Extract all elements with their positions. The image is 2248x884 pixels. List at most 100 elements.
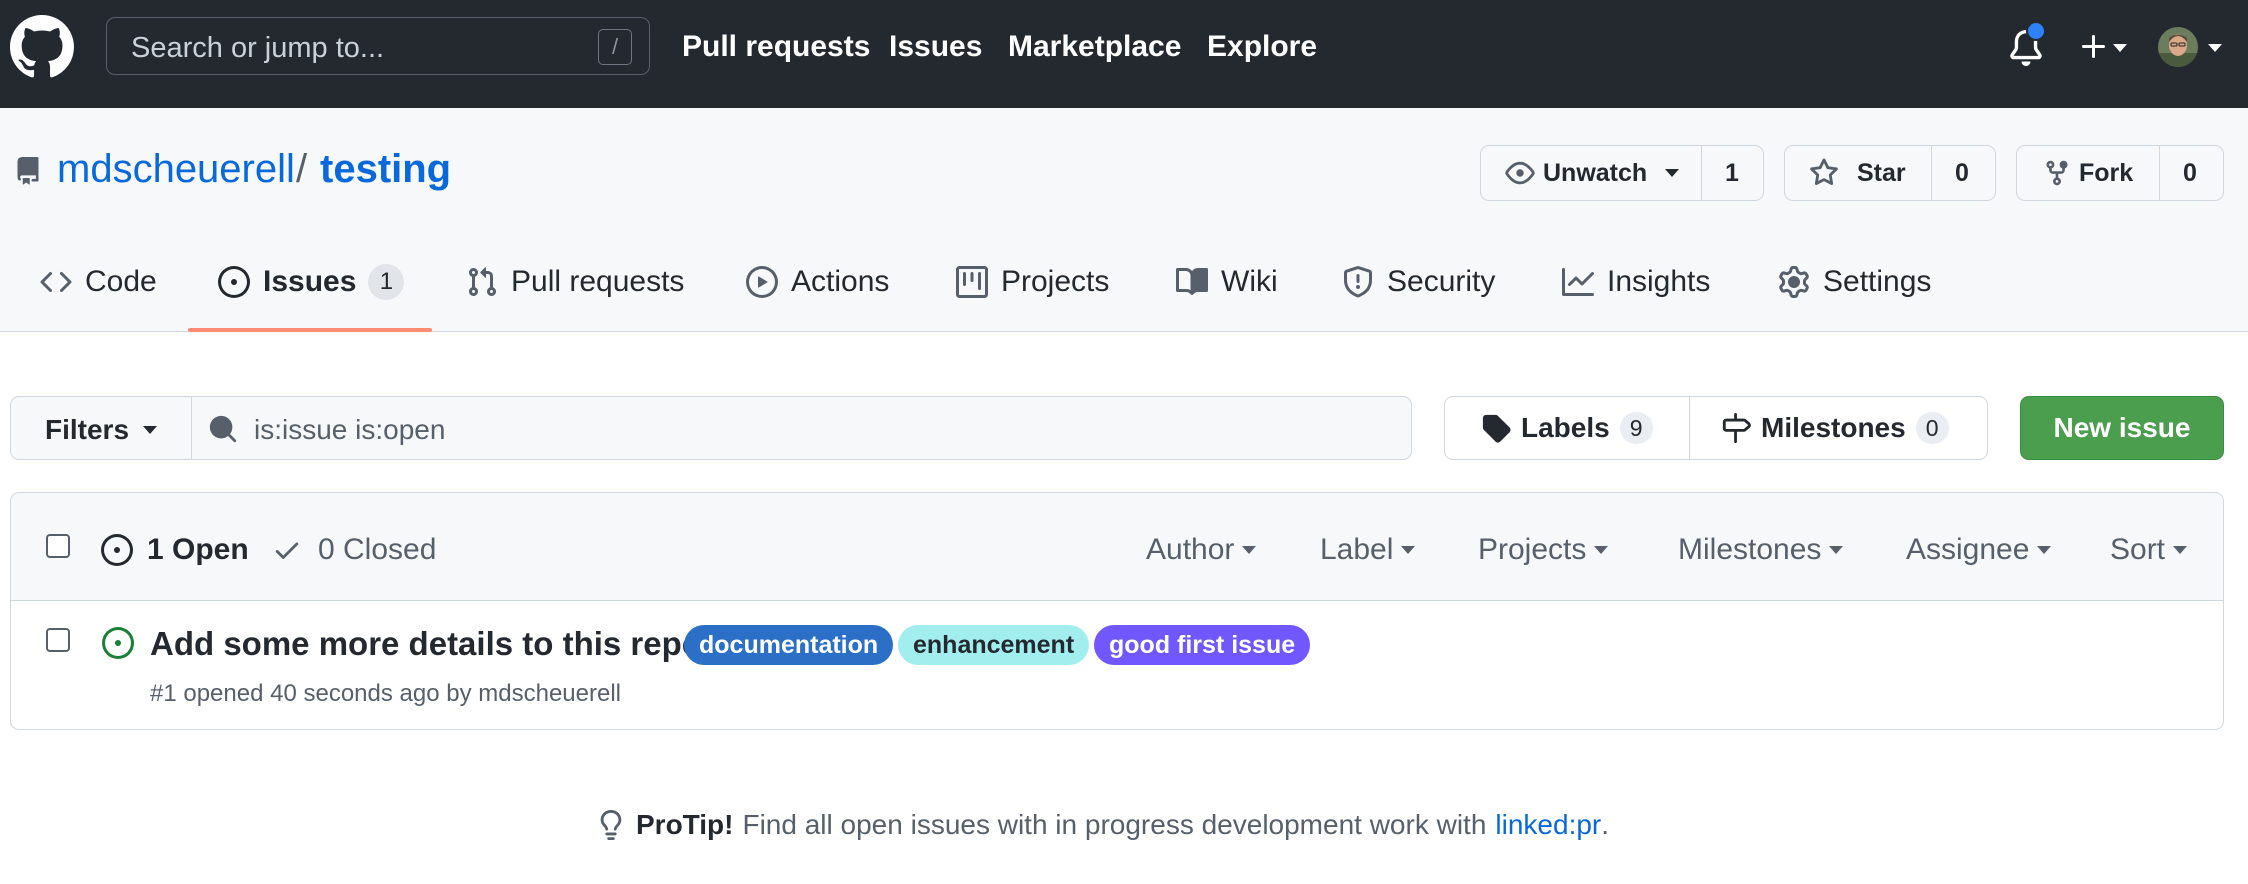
repo-name-link[interactable]: testing — [320, 147, 451, 192]
caret-down-icon — [1401, 546, 1416, 554]
create-new-plus-icon[interactable] — [2078, 31, 2110, 63]
stars-count[interactable]: 0 — [1955, 146, 1969, 200]
tab-actions[interactable]: Actions — [746, 262, 889, 302]
nav-pull-requests[interactable]: Pull requests — [682, 30, 870, 64]
repo-path-separator: / — [296, 147, 308, 191]
sort-dropdown[interactable]: Sort — [2110, 533, 2188, 567]
closed-issues-filter[interactable]: 0 Closed — [272, 533, 436, 567]
shield-icon — [1342, 266, 1374, 298]
repo-owner-link[interactable]: mdscheuerell — [57, 147, 295, 192]
tab-code-label: Code — [85, 265, 157, 298]
fork-button[interactable]: Fork — [2043, 146, 2133, 200]
unwatch-label: Unwatch — [1543, 158, 1648, 187]
tab-security-label: Security — [1387, 265, 1496, 298]
tab-insights[interactable]: Insights — [1562, 262, 1710, 302]
project-icon — [956, 266, 988, 298]
labels-milestones-group: Labels 9 Milestones 0 — [1444, 396, 1988, 460]
labels-count: 9 — [1619, 412, 1653, 444]
divider — [1931, 146, 1932, 200]
unwatch-button[interactable]: Unwatch — [1505, 146, 1680, 200]
tab-pull-requests-label: Pull requests — [511, 265, 685, 298]
milestones-filter-dropdown[interactable]: Milestones — [1678, 533, 1844, 567]
tab-insights-label: Insights — [1607, 265, 1711, 298]
milestones-count: 0 — [1915, 412, 1949, 444]
global-search-input[interactable]: Search or jump to... / — [106, 17, 650, 75]
projects-filter-label: Projects — [1478, 533, 1587, 566]
watch-caret-icon — [1665, 169, 1680, 177]
select-all-checkbox[interactable] — [46, 534, 70, 558]
label-filter-dropdown[interactable]: Label — [1320, 533, 1416, 567]
issues-search-input[interactable]: is:issue is:open — [191, 396, 1412, 460]
unread-indicator — [2026, 21, 2046, 41]
labels-button[interactable]: Labels 9 — [1481, 397, 1653, 459]
issue-meta: #1 opened 40 seconds ago by mdscheuerell — [150, 680, 621, 707]
nav-issues[interactable]: Issues — [889, 30, 982, 64]
tab-projects-label: Projects — [1001, 265, 1110, 298]
issue-select-checkbox[interactable] — [46, 628, 70, 652]
tag-icon — [1481, 413, 1511, 443]
star-button[interactable]: Star — [1809, 146, 1906, 200]
watch-button-group: Unwatch 1 — [1480, 145, 1764, 201]
label-filter-label: Label — [1320, 533, 1394, 566]
tab-actions-label: Actions — [791, 265, 890, 298]
filters-caret-icon — [143, 426, 157, 434]
nav-explore[interactable]: Explore — [1207, 30, 1317, 64]
divider — [1701, 146, 1702, 200]
labels-label: Labels — [1521, 412, 1610, 443]
projects-filter-dropdown[interactable]: Projects — [1478, 533, 1609, 567]
open-issues-filter[interactable]: 1 Open — [101, 533, 249, 567]
tab-issues[interactable]: Issues 1 — [218, 262, 405, 302]
issue-title-link[interactable]: Add some more details to this repo — [150, 625, 702, 663]
star-label: Star — [1857, 158, 1906, 187]
nav-marketplace[interactable]: Marketplace — [1008, 30, 1181, 64]
issues-search-query: is:issue is:open — [254, 414, 446, 445]
author-filter-dropdown[interactable]: Author — [1146, 533, 1257, 567]
watchers-count-value: 1 — [1725, 158, 1739, 187]
author-filter-label: Author — [1146, 533, 1235, 566]
milestones-label: Milestones — [1761, 412, 1906, 443]
tab-projects[interactable]: Projects — [956, 262, 1109, 302]
open-issue-icon — [102, 627, 134, 659]
milestones-button[interactable]: Milestones 0 — [1721, 397, 1949, 459]
milestones-filter-label: Milestones — [1678, 533, 1822, 566]
divider — [1689, 397, 1690, 459]
milestone-icon — [1721, 413, 1751, 443]
forks-count[interactable]: 0 — [2183, 146, 2197, 200]
label-enhancement[interactable]: enhancement — [898, 625, 1090, 665]
caret-down-icon — [1829, 546, 1844, 554]
new-issue-button[interactable]: New issue — [2020, 396, 2224, 460]
caret-down-icon — [1242, 546, 1257, 554]
user-menu-caret-icon[interactable] — [2208, 44, 2222, 52]
star-button-group: Star 0 — [1784, 145, 1996, 201]
tab-code[interactable]: Code — [40, 262, 157, 302]
watchers-count[interactable]: 1 — [1725, 146, 1739, 200]
protip-link[interactable]: linked:pr — [1495, 809, 1601, 841]
label-documentation[interactable]: documentation — [684, 625, 894, 665]
fork-button-group: Fork 0 — [2016, 145, 2224, 201]
tab-settings[interactable]: Settings — [1778, 262, 1931, 302]
graph-icon — [1562, 266, 1594, 298]
check-icon — [272, 535, 302, 565]
tab-security[interactable]: Security — [1342, 262, 1495, 302]
assignee-filter-dropdown[interactable]: Assignee — [1906, 533, 2052, 567]
tab-pull-requests[interactable]: Pull requests — [466, 262, 684, 302]
light-bulb-icon — [596, 808, 626, 842]
closed-issues-label: 0 Closed — [318, 533, 437, 566]
github-logo-icon[interactable] — [10, 15, 74, 79]
create-new-caret-icon[interactable] — [2113, 44, 2127, 52]
filters-dropdown-button[interactable]: Filters — [10, 396, 192, 460]
gear-icon — [1778, 266, 1810, 298]
tab-issues-label: Issues — [263, 265, 357, 298]
search-shortcut-key: / — [598, 29, 632, 65]
repo-icon — [14, 155, 42, 187]
star-icon — [1809, 158, 1839, 188]
open-issues-label: 1 Open — [147, 533, 249, 566]
issue-opened-icon — [101, 534, 133, 566]
tab-settings-label: Settings — [1823, 265, 1932, 298]
user-avatar[interactable] — [2158, 27, 2198, 67]
protip-text: Find all open issues with in progress de… — [742, 809, 1487, 840]
label-good-first-issue[interactable]: good first issue — [1094, 625, 1311, 665]
caret-down-icon — [2173, 546, 2188, 554]
tab-wiki[interactable]: Wiki — [1176, 262, 1278, 302]
issue-opened-icon — [218, 266, 250, 298]
